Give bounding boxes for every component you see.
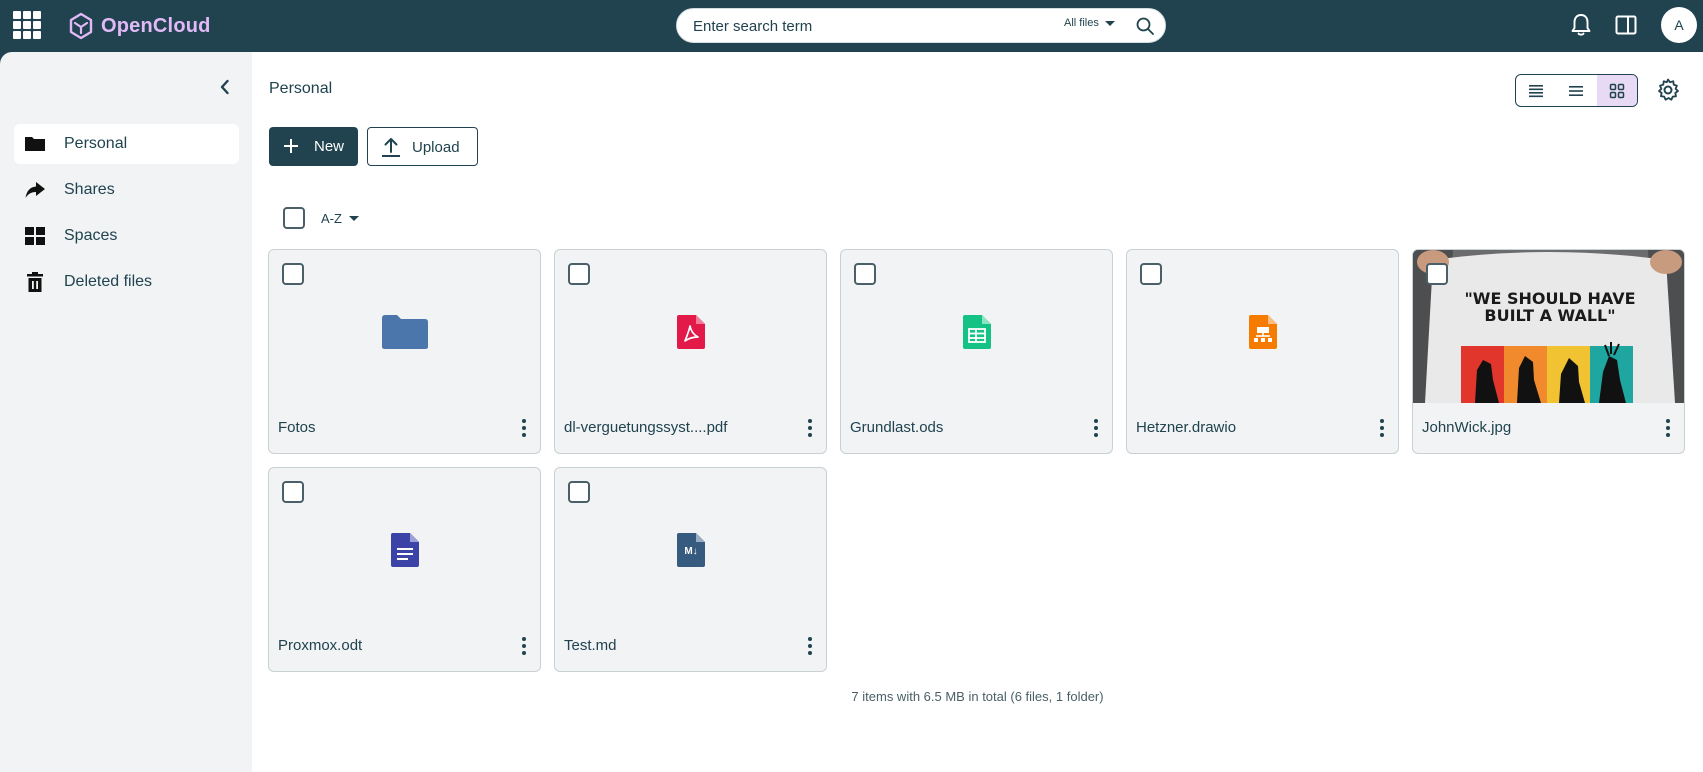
tile-checkbox[interactable] xyxy=(282,263,304,285)
file-name[interactable]: JohnWick.jpg xyxy=(1422,419,1511,436)
breadcrumb[interactable]: Personal xyxy=(269,80,332,98)
sidebar-item-shares[interactable]: Shares xyxy=(14,170,239,210)
tile-checkbox[interactable] xyxy=(282,481,304,503)
sidebar-item-spaces[interactable]: Spaces xyxy=(14,216,239,256)
sidebar-item-personal[interactable]: Personal xyxy=(14,124,239,164)
file-actions-kebab-icon[interactable] xyxy=(1658,416,1678,440)
file-tile-markdown[interactable]: M↓ Test.md xyxy=(554,467,827,672)
opencloud-logo-icon xyxy=(69,12,93,40)
file-actions-kebab-icon[interactable] xyxy=(1372,416,1392,440)
file-name[interactable]: Hetzner.drawio xyxy=(1136,419,1236,436)
tile-checkbox[interactable] xyxy=(568,263,590,285)
file-name[interactable]: Fotos xyxy=(278,419,316,436)
spreadsheet-icon xyxy=(951,306,1003,358)
tile-checkbox[interactable] xyxy=(1426,263,1448,285)
sidebar-item-deleted-files[interactable]: Deleted files xyxy=(14,262,239,302)
search-icon[interactable] xyxy=(1135,16,1155,36)
caret-down-icon xyxy=(348,216,359,221)
sidebar-item-label: Spaces xyxy=(64,227,118,244)
plus-icon xyxy=(284,139,298,153)
markdown-icon: M↓ xyxy=(665,524,717,576)
tiles-grid-icon xyxy=(1609,83,1625,98)
file-name[interactable]: Test.md xyxy=(564,637,617,654)
file-actions-kebab-icon[interactable] xyxy=(800,416,820,440)
search-bar: All files xyxy=(676,8,1166,43)
view-table-button[interactable] xyxy=(1556,75,1596,106)
app-switcher-grid-icon[interactable] xyxy=(12,10,42,40)
file-actions-kebab-icon[interactable] xyxy=(1086,416,1106,440)
file-tile-pdf[interactable]: dl-verguetungssyst....pdf xyxy=(554,249,827,454)
sidebar-item-label: Shares xyxy=(64,181,115,198)
trash-icon xyxy=(27,272,43,292)
top-bar: OpenCloud All files A xyxy=(0,0,1703,52)
upload-icon xyxy=(382,138,400,157)
view-condensed-table-button[interactable] xyxy=(1516,75,1556,106)
file-tile-drawio[interactable]: Hetzner.drawio xyxy=(1126,249,1399,454)
file-tile-document[interactable]: Proxmox.odt xyxy=(268,467,541,672)
sort-label: A-Z xyxy=(321,211,342,226)
search-scope-label: All files xyxy=(1064,17,1099,29)
spaces-grid-icon xyxy=(25,227,45,245)
pdf-icon xyxy=(665,306,717,358)
app-logo[interactable]: OpenCloud xyxy=(68,11,211,41)
search-scope-select[interactable]: All files xyxy=(1064,17,1115,29)
caret-down-icon xyxy=(1104,20,1115,26)
files-summary: 7 items with 6.5 MB in total (6 files, 1… xyxy=(851,689,1104,704)
drawio-icon xyxy=(1237,306,1289,358)
file-name[interactable]: Proxmox.odt xyxy=(278,637,362,654)
tile-checkbox[interactable] xyxy=(568,481,590,503)
search-input[interactable] xyxy=(693,17,1033,35)
sidebar-item-label: Deleted files xyxy=(64,273,153,290)
file-tile-spreadsheet[interactable]: Grundlast.ods xyxy=(840,249,1113,454)
folder-icon xyxy=(379,306,431,358)
notifications-bell-icon[interactable] xyxy=(1568,12,1594,38)
file-actions-kebab-icon[interactable] xyxy=(800,634,820,658)
new-button[interactable]: New xyxy=(269,127,358,166)
markdown-icon-label: M↓ xyxy=(684,546,698,557)
sidebar-item-label: Personal xyxy=(64,135,128,152)
file-actions-kebab-icon[interactable] xyxy=(514,416,534,440)
sort-select[interactable]: A-Z xyxy=(321,211,359,226)
share-icon xyxy=(25,182,45,198)
new-button-label: New xyxy=(314,138,345,155)
condensed-list-icon xyxy=(1529,84,1544,97)
view-mode-switch xyxy=(1515,74,1638,107)
tile-checkbox[interactable] xyxy=(854,263,876,285)
file-actions-kebab-icon[interactable] xyxy=(514,634,534,658)
collapse-sidebar-chevron-left-icon[interactable] xyxy=(214,76,236,98)
document-icon xyxy=(379,524,431,576)
image-thumbnail-text: "WE SHOULD HAVE BUILT A WALL" xyxy=(1464,289,1636,325)
folder-icon xyxy=(25,137,45,151)
upload-button[interactable]: Upload xyxy=(367,127,478,166)
app-name: OpenCloud xyxy=(101,14,211,37)
view-tiles-button[interactable] xyxy=(1596,75,1637,106)
tile-checkbox[interactable] xyxy=(1140,263,1162,285)
main-content: Personal New Upload A-Z Fotos dl-verguet… xyxy=(252,52,1703,772)
upload-button-label: Upload xyxy=(412,139,460,156)
list-icon xyxy=(1569,85,1584,96)
file-tile-fotos[interactable]: Fotos xyxy=(268,249,541,454)
select-all-checkbox[interactable] xyxy=(283,207,305,229)
image-thumbnail: "WE SHOULD HAVE BUILT A WALL" xyxy=(1413,250,1684,403)
file-name[interactable]: dl-verguetungssyst....pdf xyxy=(564,419,727,436)
file-name[interactable]: Grundlast.ods xyxy=(850,419,943,436)
user-avatar[interactable]: A xyxy=(1661,7,1697,43)
side-panel-toggle-icon[interactable] xyxy=(1613,12,1639,38)
sidebar: Personal Shares Spaces Deleted files xyxy=(0,52,252,772)
settings-gear-icon[interactable] xyxy=(1655,77,1681,103)
file-tile-image[interactable]: "WE SHOULD HAVE BUILT A WALL" JohnWick.j… xyxy=(1412,249,1685,454)
